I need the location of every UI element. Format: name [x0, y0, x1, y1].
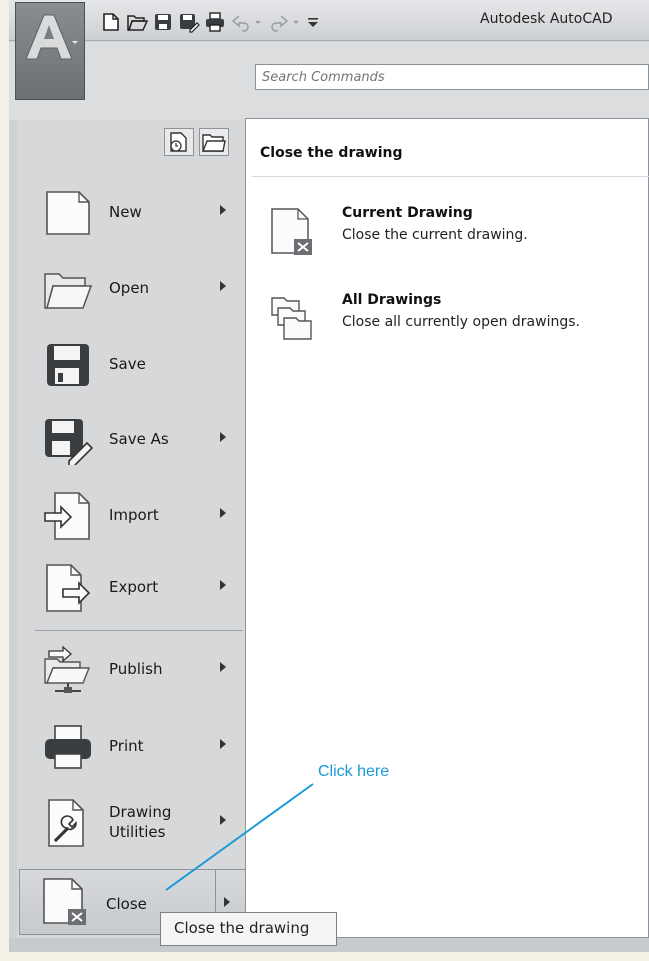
- option-description: Close all currently open drawings.: [342, 314, 580, 330]
- menu-item-label: Close: [106, 895, 147, 913]
- menu-item-label: Open: [109, 279, 150, 297]
- submenu-arrow-icon: [220, 281, 226, 291]
- menu-item-print[interactable]: Print: [21, 714, 246, 780]
- menu-item-export[interactable]: Export: [21, 555, 246, 621]
- import-icon: [44, 492, 90, 540]
- qat-undo-dropdown-icon[interactable]: [252, 11, 264, 33]
- qat-redo-icon[interactable]: [268, 11, 290, 33]
- submenu-arrow-icon: [220, 815, 226, 825]
- option-all-drawings[interactable]: All Drawings Close all currently open dr…: [268, 292, 648, 348]
- printer-icon: [45, 725, 91, 769]
- publish-icon: [44, 645, 91, 693]
- close-current-drawing-icon: [271, 208, 312, 255]
- autocad-a-logo-icon: [25, 14, 78, 60]
- qat-save-icon[interactable]: [152, 11, 174, 33]
- qat-save-as-icon[interactable]: [178, 11, 200, 33]
- menu-item-import[interactable]: Import: [21, 483, 246, 549]
- menu-item-label: Save: [109, 355, 146, 373]
- panel-title: Close the drawing: [260, 145, 403, 161]
- submenu-arrow-icon: [220, 432, 226, 442]
- recent-documents-icon: [170, 132, 187, 152]
- window-title: Autodesk AutoCAD: [480, 11, 613, 27]
- panel-divider: [252, 176, 649, 177]
- qat-redo-dropdown-icon[interactable]: [290, 11, 302, 33]
- menu-item-label-line2: Utilities: [109, 823, 166, 841]
- qat-print-icon[interactable]: [204, 11, 226, 33]
- qat-open-icon[interactable]: [126, 11, 148, 33]
- callout-label: Click here: [318, 763, 390, 780]
- menu-item-label: Import: [109, 506, 159, 524]
- submenu-arrow-icon: [220, 662, 226, 672]
- menu-item-label: New: [109, 203, 142, 221]
- open-documents-button[interactable]: [199, 128, 229, 156]
- export-icon: [46, 564, 91, 612]
- close-options-panel: Close the drawing Current Drawing Close …: [245, 118, 649, 938]
- menu-item-save-as[interactable]: Save As: [21, 407, 246, 473]
- open-documents-icon: [201, 134, 226, 152]
- menu-item-drawing-utilities[interactable]: Drawing Utilities: [21, 790, 246, 856]
- submenu-arrow-icon: [220, 205, 226, 215]
- qat-undo-icon[interactable]: [230, 11, 252, 33]
- save-disk-icon: [47, 344, 89, 386]
- option-current-drawing[interactable]: Current Drawing Close the current drawin…: [268, 205, 648, 261]
- close-drawing-icon: [43, 878, 86, 925]
- menu-item-new[interactable]: New: [21, 180, 246, 246]
- option-title: All Drawings: [342, 292, 442, 308]
- option-title: Current Drawing: [342, 205, 473, 221]
- drawing-utilities-icon: [48, 799, 84, 847]
- qat-customize-icon[interactable]: [306, 11, 320, 33]
- open-folder-icon: [44, 273, 93, 309]
- search-commands-input[interactable]: [255, 64, 649, 90]
- quick-access-toolbar: Autodesk AutoCAD: [9, 0, 649, 41]
- qat-new-icon[interactable]: [100, 11, 122, 33]
- submenu-arrow-icon: [220, 508, 226, 518]
- menu-item-publish[interactable]: Publish: [21, 637, 246, 703]
- recent-documents-button[interactable]: [164, 128, 194, 156]
- menu-item-label-line1: Drawing: [109, 803, 172, 821]
- menu-item-label: Print: [109, 737, 144, 755]
- submenu-arrow-icon: [220, 739, 226, 749]
- submenu-arrow-icon[interactable]: [224, 897, 230, 907]
- menu-item-label: Publish: [109, 660, 163, 678]
- menu-item-open[interactable]: Open: [21, 256, 246, 322]
- option-description: Close the current drawing.: [342, 227, 528, 243]
- application-window: Autodesk AutoCAD New Open: [9, 0, 649, 952]
- menu-item-save[interactable]: Save: [21, 332, 246, 398]
- menu-item-label: Save As: [109, 430, 169, 448]
- new-file-icon: [46, 191, 90, 235]
- close-all-drawings-icon: [271, 297, 312, 340]
- menu-item-label: Export: [109, 578, 159, 596]
- application-menu-button[interactable]: [15, 2, 85, 100]
- submenu-arrow-icon: [220, 580, 226, 590]
- menu-separator: [35, 630, 243, 631]
- tooltip: Close the drawing: [160, 912, 337, 946]
- save-as-icon: [45, 419, 93, 465]
